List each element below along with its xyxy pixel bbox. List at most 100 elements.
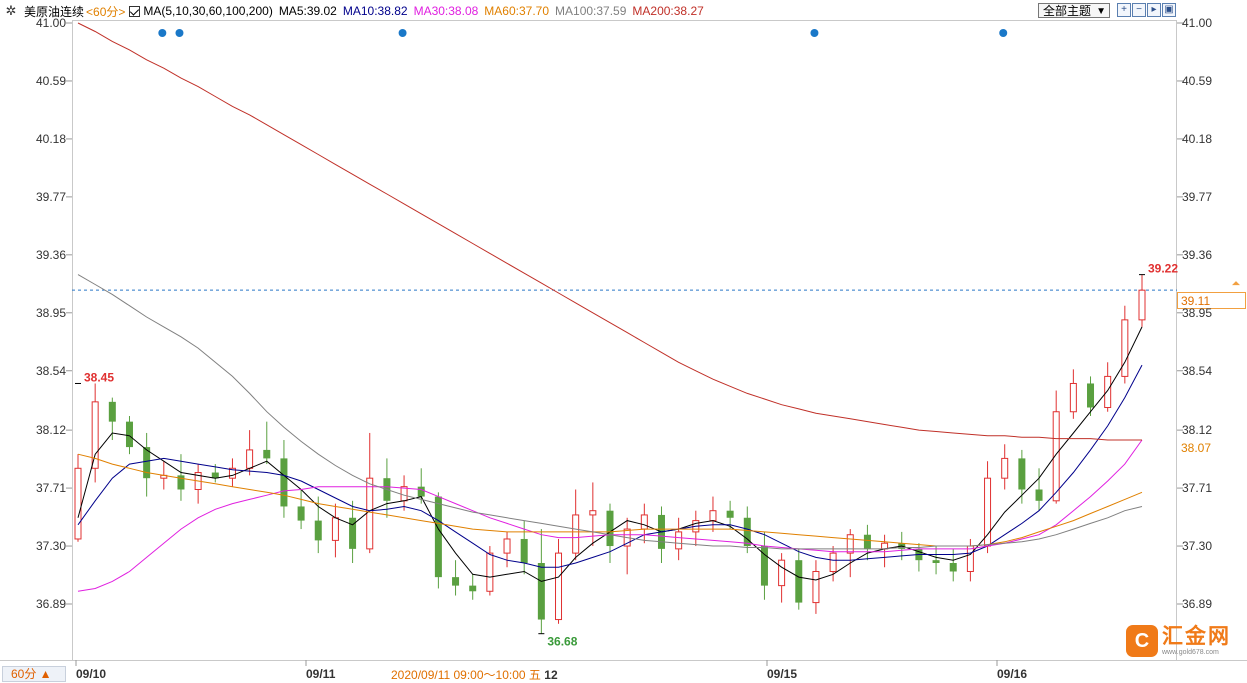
candle-body bbox=[434, 496, 442, 578]
crosshair-time-label: 2020/09/11 09:00～10:00 五 12 bbox=[391, 666, 558, 683]
extreme-value-label: 39.22 bbox=[1148, 262, 1178, 276]
extreme-value-label: 38.45 bbox=[84, 370, 114, 384]
candle-body bbox=[846, 534, 854, 554]
event-marker-dot bbox=[398, 29, 407, 37]
chevron-down-icon: ▼ bbox=[1096, 6, 1106, 17]
plot-frame bbox=[72, 20, 1177, 661]
y-tick-label: 39.77 bbox=[1182, 189, 1213, 204]
candle-body bbox=[1001, 457, 1009, 479]
crosshair-day: 12 bbox=[544, 668, 558, 682]
y-tick-label-left: 38.54 bbox=[35, 363, 66, 378]
x-tick-label: 09/11 bbox=[306, 667, 336, 681]
zoom-out-icon[interactable]: − bbox=[1132, 3, 1146, 17]
logo-name: 汇金网 bbox=[1162, 625, 1231, 648]
candle-body bbox=[503, 538, 511, 554]
candle-body bbox=[469, 585, 477, 592]
candle-body bbox=[589, 510, 597, 516]
x-tick-label: 09/15 bbox=[767, 667, 798, 681]
candle-body bbox=[863, 534, 871, 549]
candle-body bbox=[555, 552, 563, 621]
ma200-value: MA200:38.27 bbox=[632, 4, 704, 18]
candle-body bbox=[263, 449, 271, 459]
ma60-value: MA60:37.70 bbox=[484, 4, 550, 18]
y-tick-label-left: 39.77 bbox=[35, 189, 66, 204]
candle-body bbox=[125, 421, 133, 448]
candle-body bbox=[984, 477, 992, 547]
ma60-line bbox=[77, 453, 1143, 547]
candle-body bbox=[949, 563, 957, 572]
y-tick-label: 40.59 bbox=[1182, 73, 1213, 88]
ma10-value: MA10:38.82 bbox=[342, 4, 408, 18]
ma-toggle-checkbox[interactable] bbox=[129, 5, 141, 17]
logo-mark: C bbox=[1126, 625, 1158, 657]
y-tick-label: 38.54 bbox=[1182, 363, 1213, 378]
candle-body bbox=[314, 520, 322, 541]
y-tick-label-left: 40.18 bbox=[35, 131, 66, 146]
y-tick-label: 37.71 bbox=[1182, 481, 1213, 496]
crosshair-time: 2020/09/11 09:00～10:00 bbox=[391, 668, 526, 682]
scroll-right-icon[interactable]: ▸ bbox=[1147, 3, 1161, 17]
y-tick-label-left: 38.12 bbox=[35, 423, 66, 438]
theme-select[interactable]: 全部主题 ▼ bbox=[1038, 3, 1110, 18]
x-tick-label: 09/16 bbox=[997, 667, 1028, 681]
candle-body bbox=[108, 401, 116, 422]
event-marker-dot bbox=[175, 29, 184, 37]
y-tick-label: 40.18 bbox=[1182, 131, 1213, 146]
candle-body bbox=[966, 545, 974, 572]
candle-body bbox=[675, 531, 683, 550]
candle-body bbox=[829, 552, 837, 572]
candle-body bbox=[932, 560, 940, 564]
candle-body bbox=[572, 514, 580, 554]
candle-body bbox=[778, 559, 786, 587]
candle-body bbox=[1069, 382, 1077, 413]
candlestick-chart[interactable]: 38.45 36.68 39.22 bbox=[0, 0, 1247, 682]
gold678-logo: C 汇金网 www.gold678.com bbox=[1126, 625, 1231, 657]
y-tick-label-left: 37.30 bbox=[35, 539, 66, 554]
period-selector-button[interactable]: 60分 ▲ bbox=[2, 666, 66, 682]
y-tick-label-left: 41.00 bbox=[35, 16, 66, 30]
candle-body bbox=[709, 510, 717, 522]
last-price-arrow-icon bbox=[1232, 281, 1240, 286]
candle-body bbox=[881, 542, 889, 550]
candle-body bbox=[1035, 489, 1043, 501]
candle-body bbox=[1052, 411, 1060, 502]
y-tick-label: 37.30 bbox=[1182, 539, 1213, 554]
candle-body bbox=[795, 560, 803, 603]
candle-body bbox=[74, 467, 82, 540]
candle-body bbox=[1087, 383, 1095, 408]
y-tick-label-left: 40.59 bbox=[35, 73, 66, 88]
ma-price-tag: 38.07 bbox=[1181, 441, 1212, 455]
candle-body bbox=[726, 510, 734, 518]
extreme-value-label: 36.68 bbox=[547, 635, 577, 649]
candle-body bbox=[520, 538, 528, 564]
candle-body bbox=[1104, 375, 1112, 409]
logo-url: www.gold678.com bbox=[1162, 649, 1219, 656]
candle-body bbox=[537, 563, 545, 620]
x-tick-label: 09/10 bbox=[76, 667, 107, 681]
theme-select-label: 全部主题 bbox=[1043, 4, 1092, 18]
ma-params[interactable]: MA(5,10,30,60,100,200) bbox=[143, 4, 272, 18]
crosshair-weekday: 五 bbox=[528, 668, 541, 682]
ma5-value: MA5:39.02 bbox=[278, 4, 337, 18]
event-marker-dot bbox=[158, 29, 167, 37]
chart-toolbar: ✲ 美原油连续 <60分> MA(5,10,30,60,100,200) MA5… bbox=[0, 2, 710, 20]
candle-body bbox=[812, 570, 820, 604]
candle-body bbox=[400, 486, 408, 502]
y-tick-label-left: 37.71 bbox=[35, 481, 66, 496]
y-tick-label: 41.00 bbox=[1182, 16, 1213, 30]
y-tick-label-left: 38.95 bbox=[35, 305, 66, 320]
candle-body bbox=[417, 486, 425, 497]
y-tick-label: 38.95 bbox=[1182, 305, 1213, 320]
fullscreen-icon[interactable]: ▣ bbox=[1162, 3, 1176, 17]
y-tick-label: 38.12 bbox=[1182, 423, 1213, 438]
candle-body bbox=[640, 514, 648, 530]
candle-body bbox=[280, 458, 288, 507]
y-tick-label: 36.89 bbox=[1182, 597, 1213, 611]
candle-body bbox=[331, 517, 339, 541]
event-marker-dot bbox=[999, 29, 1008, 37]
event-marker-dot bbox=[810, 29, 819, 37]
period-label[interactable]: <60分> bbox=[86, 3, 125, 20]
candle-body bbox=[486, 552, 494, 592]
zoom-in-icon[interactable]: + bbox=[1117, 3, 1131, 17]
candle-body bbox=[366, 477, 374, 550]
